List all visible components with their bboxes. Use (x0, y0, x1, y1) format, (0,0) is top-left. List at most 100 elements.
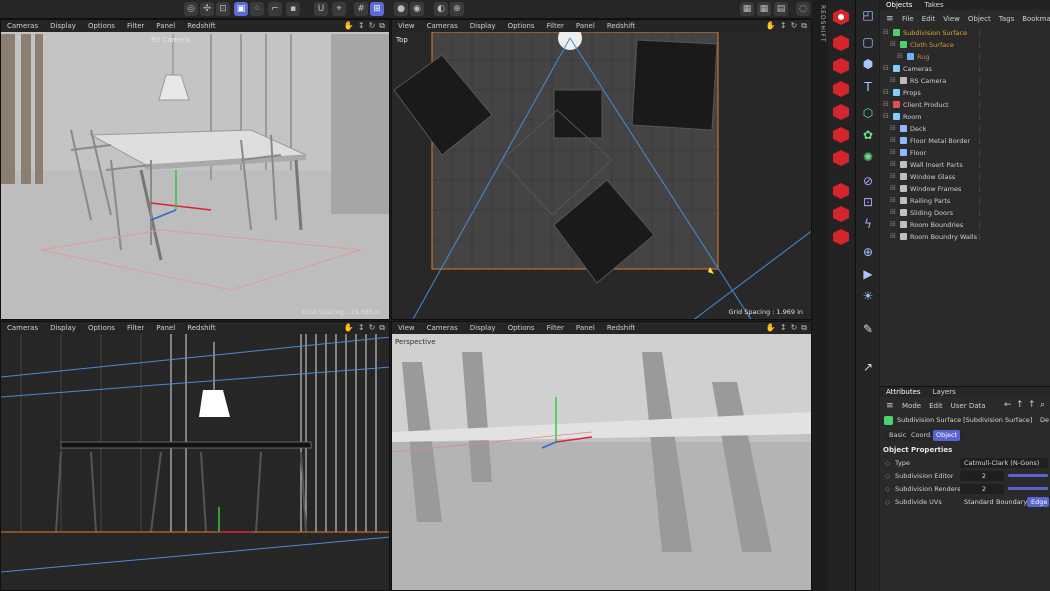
picture-viewer-icon[interactable]: ▤ (774, 2, 788, 16)
cube-icon[interactable]: ⬢ (859, 55, 877, 73)
light-icon[interactable]: ☀ (859, 287, 877, 305)
orbit-icon[interactable]: ↻ (791, 21, 798, 31)
deformer-icon[interactable]: ✺ (859, 148, 877, 166)
tree-item[interactable]: ⊟ Window Glass ⋮ (880, 171, 1050, 183)
render-view-icon[interactable]: ⊕ (450, 2, 464, 16)
tree-item[interactable]: ⊟ Sliding Doors ⋮ (880, 207, 1050, 219)
move-icon[interactable]: ✣ (200, 2, 214, 16)
export-icon[interactable]: ↗ (859, 358, 877, 376)
brush-icon[interactable]: ✎ (859, 320, 877, 338)
select-icon[interactable]: ◰ (859, 6, 877, 24)
tree-item[interactable]: ⊟ Rug ⋮ (880, 51, 1050, 63)
visibility-dots-icon[interactable]: ⋮ (976, 149, 984, 157)
expand-toggle-icon[interactable]: ⊟ (883, 28, 889, 36)
menu-edit[interactable]: Edit (922, 15, 936, 23)
visibility-dots-icon[interactable]: ⋮ (976, 233, 984, 241)
tree-item[interactable]: ⊟ Room ⋮ (880, 111, 1050, 123)
tree-item[interactable]: ⊟ Room Boundries ⋮ (880, 219, 1050, 231)
menu-view[interactable]: View (398, 22, 415, 30)
menu-file[interactable]: File (902, 15, 914, 23)
menu-view[interactable]: View (943, 15, 960, 23)
keyframe-diamond-icon[interactable]: ◇ (885, 459, 890, 467)
dolly-icon[interactable]: ↕ (358, 323, 365, 333)
menu-redshift[interactable]: Redshift (607, 22, 635, 30)
menu-display[interactable]: Display (470, 22, 496, 30)
expand-toggle-icon[interactable]: ⊟ (890, 136, 896, 144)
redshift-render-icon[interactable] (831, 8, 851, 26)
expand-toggle-icon[interactable]: ⊟ (890, 160, 896, 168)
tree-item[interactable]: ⊟ Props ⋮ (880, 87, 1050, 99)
orbit-icon[interactable]: ↻ (791, 323, 798, 333)
visibility-dots-icon[interactable]: ⋮ (976, 89, 984, 97)
menu-panel[interactable]: Panel (156, 22, 175, 30)
keyframe-diamond-icon[interactable]: ◇ (885, 472, 890, 480)
subtab-basic[interactable]: Basic (886, 430, 909, 441)
editor-slider[interactable] (1008, 474, 1048, 477)
render-settings-icon[interactable]: ◉ (410, 2, 424, 16)
menu-panel[interactable]: Panel (576, 22, 595, 30)
expand-toggle-icon[interactable]: ⊟ (890, 208, 896, 216)
expand-toggle-icon[interactable]: ⊟ (890, 184, 896, 192)
redshift-volume-icon[interactable] (831, 205, 851, 223)
arrow-left-icon[interactable]: ← (1004, 400, 1012, 410)
renderer-slider[interactable] (1008, 487, 1048, 490)
ipr-icon[interactable]: ◐ (434, 2, 448, 16)
expand-toggle-icon[interactable]: ⊟ (890, 148, 896, 156)
clapper-icon[interactable]: ▦ (740, 2, 754, 16)
menu-filter[interactable]: Filter (127, 324, 144, 332)
renderer-value-field[interactable]: 2 (960, 484, 1004, 494)
menu-object[interactable]: Object (968, 15, 991, 23)
redshift-area-light-icon[interactable] (831, 57, 851, 75)
expand-toggle-icon[interactable]: ⊟ (890, 172, 896, 180)
tree-item[interactable]: ⊟ Floor Metal Border ⋮ (880, 135, 1050, 147)
tree-item[interactable]: ⊟ RS Camera ⋮ (880, 75, 1050, 87)
redshift-camera-icon[interactable] (831, 149, 851, 167)
pan-icon[interactable]: ✋ (344, 323, 354, 333)
keyframe-diamond-icon[interactable]: ◇ (885, 485, 890, 493)
points-mode-icon[interactable]: ⁘ (250, 2, 264, 16)
visibility-dots-icon[interactable]: ⋮ (976, 221, 984, 229)
menu-redshift[interactable]: Redshift (187, 324, 215, 332)
expand-toggle-icon[interactable]: ⊟ (890, 40, 896, 48)
viewport-perspective[interactable]: View Cameras Display Options Filter Pane… (391, 321, 812, 591)
scene-icon[interactable]: ⊕ (859, 243, 877, 261)
viewport-front[interactable]: Cameras Display Options Filter Panel Red… (0, 321, 390, 591)
menu-options[interactable]: Options (88, 22, 115, 30)
menu-cameras[interactable]: Cameras (7, 324, 38, 332)
expand-toggle-icon[interactable]: ⊟ (883, 112, 889, 120)
expand-toggle-icon[interactable]: ⊟ (897, 52, 903, 60)
polygons-mode-icon[interactable]: ▪ (286, 2, 300, 16)
visibility-dots-icon[interactable]: ⋮ (976, 161, 984, 169)
menu-view[interactable]: View (398, 324, 415, 332)
menu-mode[interactable]: Mode (902, 402, 921, 410)
subtab-object[interactable]: Object (933, 430, 961, 441)
tree-item[interactable]: ⊟ Railing Parts ⋮ (880, 195, 1050, 207)
tree-item[interactable]: ⊟ Cloth Surface ⋮ (880, 39, 1050, 51)
snap-icon[interactable]: ⌖ (332, 2, 346, 16)
menu-filter[interactable]: Filter (547, 324, 564, 332)
visibility-dots-icon[interactable]: ⋮ (976, 29, 984, 37)
workplane-icon[interactable]: ⊞ (370, 2, 384, 16)
visibility-dots-icon[interactable]: ⋮ (976, 77, 984, 85)
effector-icon[interactable]: ϟ (859, 215, 877, 233)
render-queue-icon[interactable]: ◌ (796, 2, 810, 16)
dolly-icon[interactable]: ↕ (780, 21, 787, 31)
menu-panel[interactable]: Panel (576, 324, 595, 332)
cloner-icon[interactable]: ✿ (859, 126, 877, 144)
tab-layers[interactable]: Layers (933, 388, 956, 396)
menu-options[interactable]: Options (508, 324, 535, 332)
menu-options[interactable]: Options (88, 324, 115, 332)
keyframe-diamond-icon[interactable]: ◇ (885, 498, 890, 506)
text-icon[interactable]: T (859, 78, 877, 96)
render-region-icon[interactable]: ▦ (757, 2, 771, 16)
expand-toggle-icon[interactable]: ⊟ (890, 232, 896, 240)
menu-filter[interactable]: Filter (547, 22, 564, 30)
tab-attributes[interactable]: Attributes (886, 388, 921, 396)
maximize-icon[interactable]: ⧉ (379, 323, 385, 333)
visibility-dots-icon[interactable]: ⋮ (976, 53, 984, 61)
tree-item[interactable]: ⊟ Wall Insert Parts ⋮ (880, 159, 1050, 171)
tree-item[interactable]: ⊟ Subdivision Surface ⋮ (880, 27, 1050, 39)
redshift-sun-icon[interactable] (831, 126, 851, 144)
visibility-dots-icon[interactable]: ⋮ (976, 209, 984, 217)
tree-item[interactable]: ⊟ Cameras ⋮ (880, 63, 1050, 75)
